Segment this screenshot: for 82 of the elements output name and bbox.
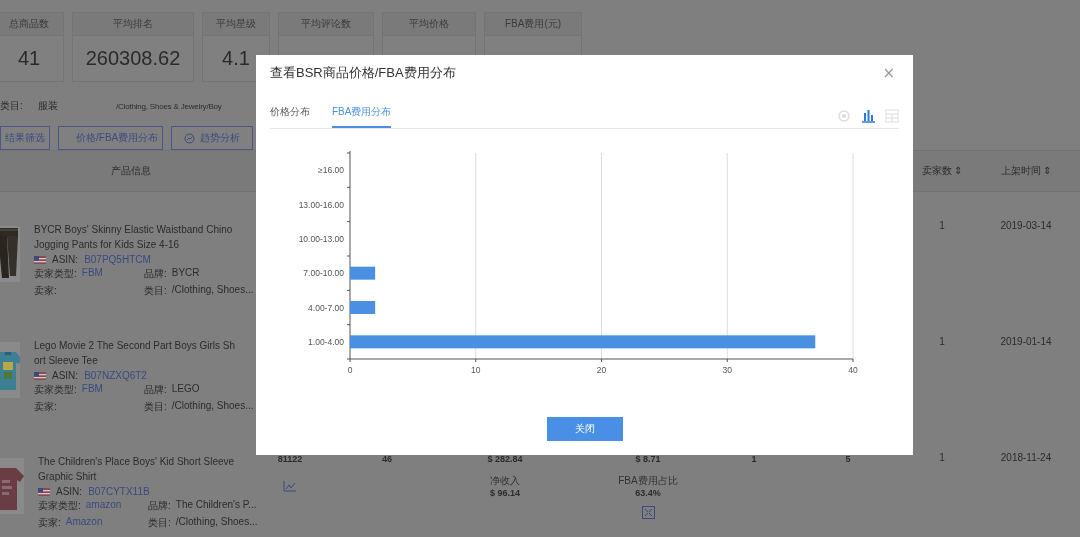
metric-value: 1 bbox=[751, 454, 757, 466]
metric-value: 5 bbox=[845, 454, 851, 466]
axis-label: 1.00-4.00 bbox=[308, 336, 344, 347]
stat-value: 41 bbox=[17, 47, 41, 70]
field-label: 卖家类型: bbox=[34, 267, 77, 281]
table-icon[interactable] bbox=[885, 109, 899, 123]
flag-icon bbox=[38, 487, 50, 496]
asin-link[interactable]: B07CYTX11B bbox=[88, 486, 150, 497]
metric-value: $ 282.84 bbox=[487, 454, 523, 466]
asin-label: ASIN: bbox=[56, 486, 83, 497]
metric-value: $ 96.14 bbox=[490, 488, 520, 498]
action-button[interactable]: 结果筛选 bbox=[0, 126, 50, 150]
category-path: /Clothing, Shoes & Jewelry/Boy bbox=[116, 101, 222, 111]
stat-value: 4.1 bbox=[222, 47, 250, 70]
modal-title: 查看BSR商品价格/FBA费用分布 bbox=[270, 64, 456, 82]
seller-count: 1 bbox=[939, 336, 945, 347]
close-dialog-button[interactable]: 关闭 bbox=[546, 417, 623, 441]
close-button[interactable]: × bbox=[878, 64, 899, 82]
tab[interactable]: FBA费用分布 bbox=[332, 105, 392, 128]
axis-label: 10.00-13.00 bbox=[298, 233, 344, 244]
asin-link[interactable]: B07PQ5HTCM bbox=[84, 254, 151, 265]
seller-type-link[interactable]: FBM bbox=[81, 383, 103, 397]
category-value: /Clothing, Shoes... bbox=[175, 516, 258, 529]
field-label: 卖家类型: bbox=[34, 383, 77, 397]
bar bbox=[350, 266, 376, 280]
seller-count: 1 bbox=[939, 452, 945, 463]
listing-date: 2019-01-14 bbox=[1000, 336, 1052, 347]
brand-value: BYCR bbox=[171, 267, 200, 280]
field-label: 类目: bbox=[148, 516, 171, 530]
flag-icon bbox=[34, 371, 46, 380]
seller-link[interactable]: Amazon bbox=[65, 516, 103, 530]
listing-date: 2018-11-24 bbox=[1000, 452, 1052, 463]
metric-label: 净收入 bbox=[490, 474, 520, 488]
axis-label: 10 bbox=[471, 365, 481, 375]
metric-value: 63.4% bbox=[635, 488, 661, 498]
brand-value: LEGO bbox=[171, 383, 200, 396]
column-header: 产品信息 bbox=[111, 164, 151, 178]
flag-icon bbox=[34, 255, 46, 264]
metric-value: 46 bbox=[382, 454, 392, 466]
metric-label: FBA费用占比 bbox=[618, 474, 678, 488]
field-label: 品牌: bbox=[144, 383, 167, 397]
asin-label: ASIN: bbox=[52, 370, 79, 381]
field-label: 卖家类型: bbox=[38, 499, 81, 513]
field-label: 卖家: bbox=[34, 400, 57, 414]
seller-count: 1 bbox=[939, 220, 945, 231]
axis-label: 7.00-10.00 bbox=[303, 268, 344, 279]
listing-date: 2019-03-14 bbox=[1000, 220, 1052, 231]
expand-icon[interactable] bbox=[641, 505, 655, 519]
bar-chart-icon[interactable] bbox=[861, 109, 875, 123]
line-chart-icon[interactable] bbox=[283, 480, 297, 492]
axis-label: 40 bbox=[848, 365, 858, 375]
category-value: /Clothing, Shoes... bbox=[171, 400, 254, 413]
product-title[interactable]: Lego Movie 2 The Second Part Boys Girls Short Sleeve Tee bbox=[34, 338, 239, 368]
axis-label: 20 bbox=[596, 365, 607, 375]
seller-type-link[interactable]: amazon bbox=[85, 499, 122, 513]
filter-value: 服装 bbox=[38, 99, 59, 113]
column-header[interactable]: 卖家数 ⇕ bbox=[921, 164, 963, 178]
category-value: /Clothing, Shoes... bbox=[171, 284, 254, 297]
field-label: 品牌: bbox=[144, 267, 167, 281]
filter-label: 类目: bbox=[0, 99, 24, 113]
metric-value: $ 8.71 bbox=[635, 454, 661, 466]
product-title[interactable]: BYCR Boys' Skinny Elastic Waistband Chino Jogging Pants for Kids Size 4-16 bbox=[34, 222, 239, 252]
field-label: 卖家: bbox=[34, 284, 57, 298]
stat-value: 260308.62 bbox=[85, 47, 181, 70]
asin-label: ASIN: bbox=[52, 254, 79, 265]
axis-label: 4.00-7.00 bbox=[308, 302, 344, 313]
axis-label: 0 bbox=[347, 365, 353, 375]
metric-value: 81122 bbox=[277, 454, 303, 466]
product-title[interactable]: The Children's Place Boys' Kid Short Sleeve Graphic Shirt bbox=[38, 454, 243, 484]
asin-link[interactable]: B07NZXQ6T2 bbox=[84, 370, 147, 381]
axis-label: 13.00-16.00 bbox=[298, 199, 344, 210]
trend-icon bbox=[184, 132, 195, 144]
brand-value: The Children's P... bbox=[175, 499, 257, 512]
field-label: 类目: bbox=[144, 284, 167, 298]
seller-type-link[interactable]: FBM bbox=[81, 267, 103, 281]
field-label: 卖家: bbox=[38, 516, 61, 530]
tab[interactable]: 价格分布 bbox=[270, 105, 310, 128]
axis-label: ≥16.00 bbox=[318, 165, 344, 176]
axis-label: 30 bbox=[722, 365, 732, 375]
field-label: 品牌: bbox=[148, 499, 171, 513]
bar bbox=[350, 301, 376, 314]
field-label: 类目: bbox=[144, 400, 167, 414]
